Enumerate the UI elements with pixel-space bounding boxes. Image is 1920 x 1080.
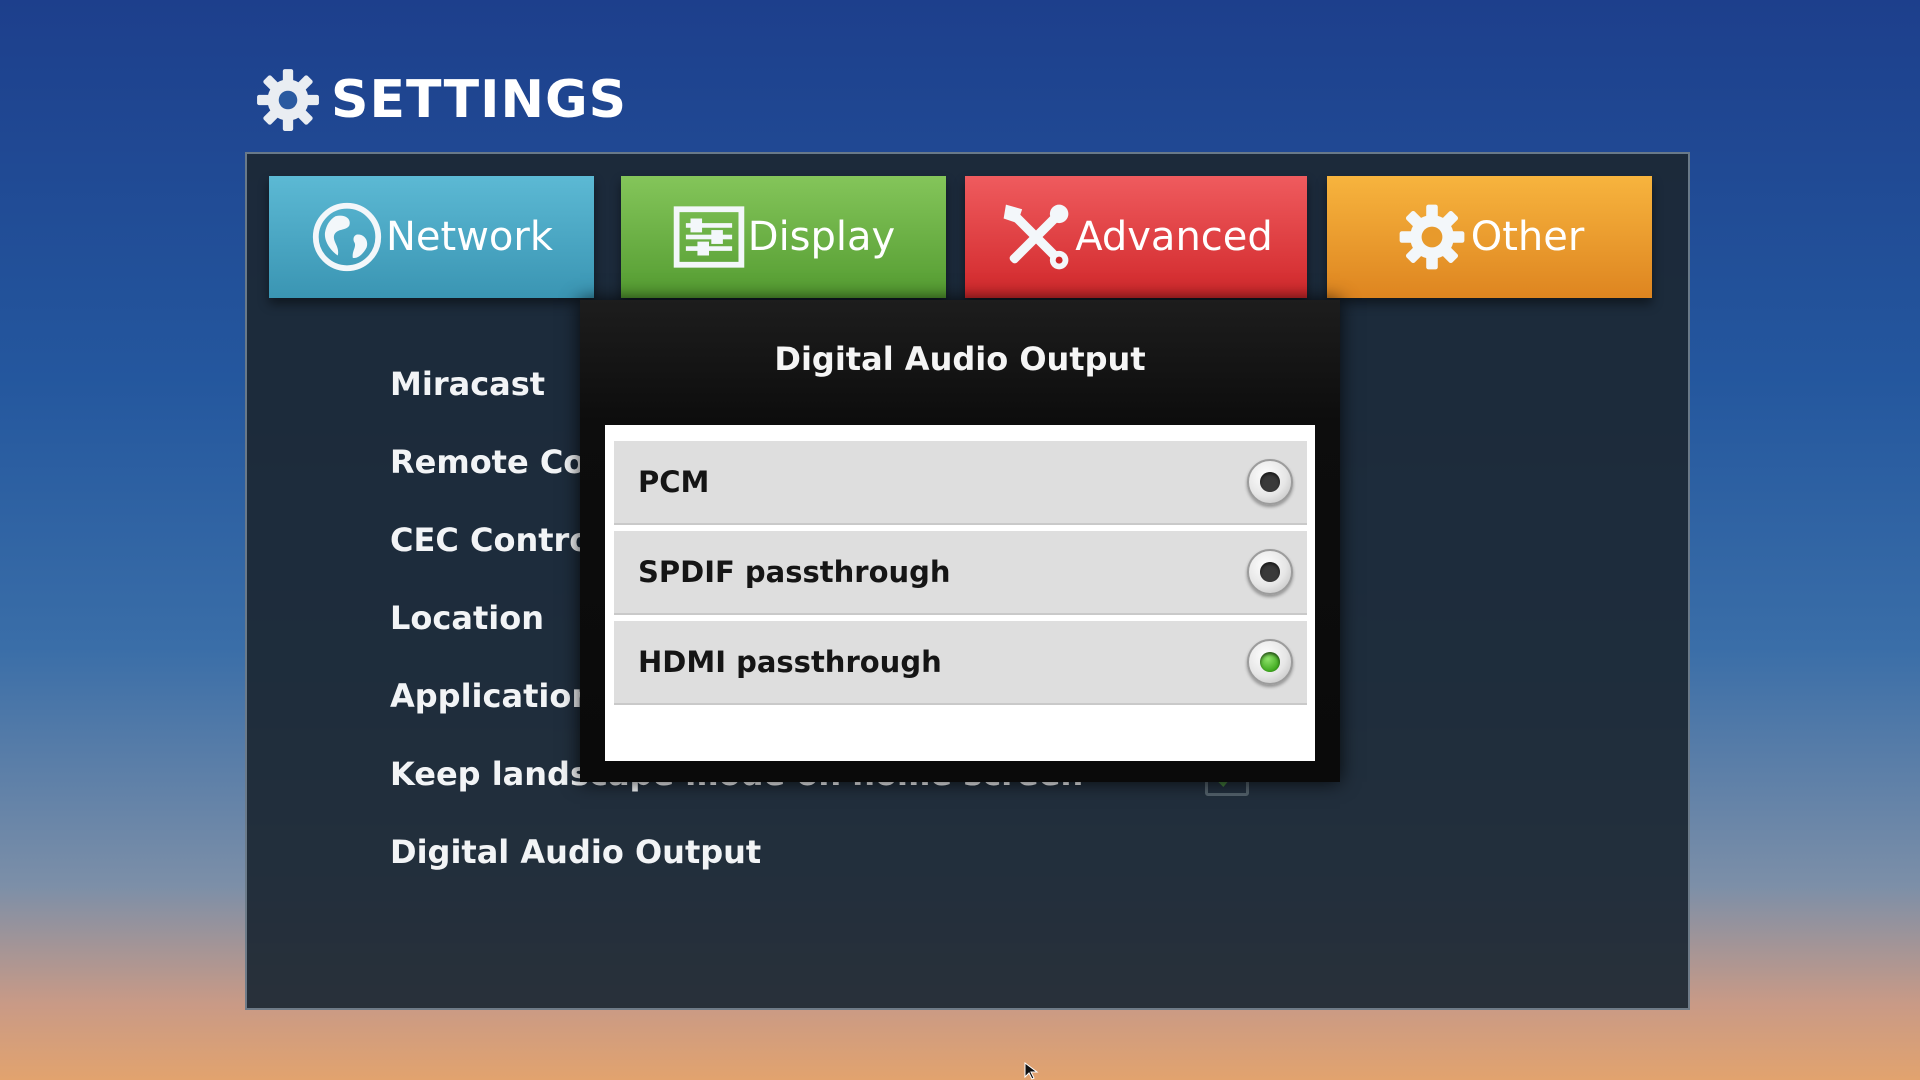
radio-button-spdif[interactable] bbox=[1247, 549, 1293, 595]
gear-icon bbox=[257, 69, 319, 131]
option-spdif-passthrough[interactable]: SPDIF passthrough bbox=[614, 531, 1307, 615]
tab-other-label: Other bbox=[1470, 214, 1585, 260]
dialog-title: Digital Audio Output bbox=[774, 340, 1146, 378]
option-label: SPDIF passthrough bbox=[638, 555, 951, 589]
tab-display[interactable]: Display bbox=[621, 176, 946, 298]
radio-dot bbox=[1260, 472, 1280, 492]
page-title: SETTINGS bbox=[331, 70, 628, 130]
mouse-cursor-icon bbox=[1024, 1062, 1039, 1080]
settings-header: SETTINGS bbox=[255, 62, 627, 138]
tab-advanced-label: Advanced bbox=[1075, 214, 1273, 260]
gear-icon bbox=[1399, 204, 1465, 270]
option-label: HDMI passthrough bbox=[638, 645, 942, 679]
option-pcm[interactable]: PCM bbox=[614, 441, 1307, 525]
option-hdmi-passthrough[interactable]: HDMI passthrough bbox=[614, 621, 1307, 705]
digital-audio-output-dialog: Digital Audio Output PCM SPDIF passthrou… bbox=[580, 300, 1340, 782]
settings-item-digital-audio-output[interactable]: Digital Audio Output bbox=[390, 813, 1083, 891]
tab-other[interactable]: Other bbox=[1327, 176, 1652, 298]
display-sliders-icon bbox=[673, 206, 745, 268]
tab-display-label: Display bbox=[747, 214, 896, 260]
tab-network[interactable]: Network bbox=[269, 176, 594, 298]
tab-network-label: Network bbox=[385, 214, 553, 260]
globe-icon bbox=[312, 202, 382, 272]
radio-dot bbox=[1260, 562, 1280, 582]
dialog-options-list: PCM SPDIF passthrough HDMI passthrough bbox=[605, 425, 1315, 761]
tools-icon bbox=[1003, 204, 1069, 270]
radio-button-hdmi-selected[interactable] bbox=[1247, 639, 1293, 685]
radio-dot bbox=[1260, 652, 1280, 672]
option-label: PCM bbox=[638, 465, 710, 499]
radio-button-pcm[interactable] bbox=[1247, 459, 1293, 505]
tab-advanced[interactable]: Advanced bbox=[965, 176, 1307, 298]
